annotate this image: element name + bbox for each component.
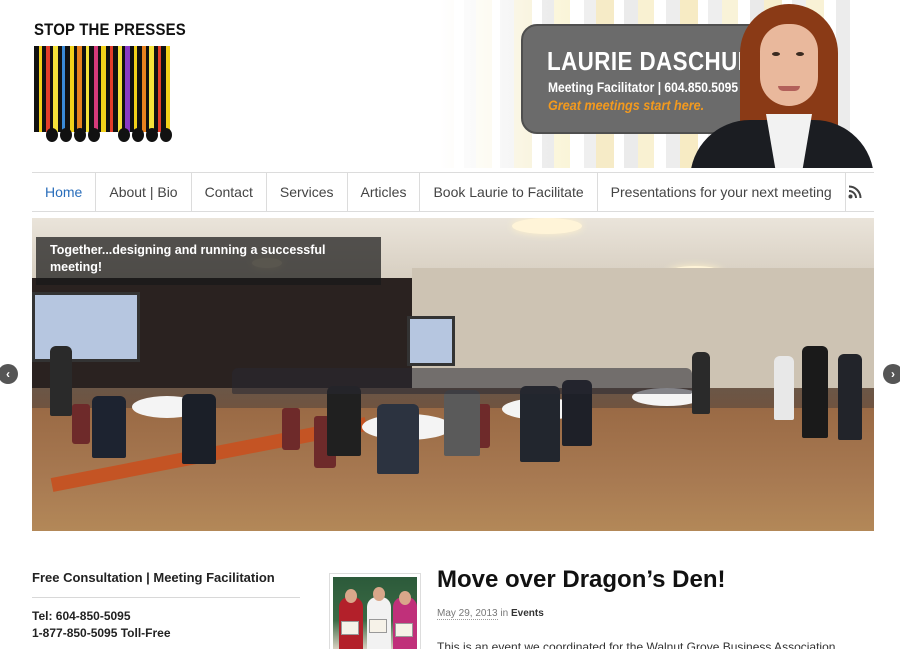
main-nav: Home About | Bio Contact Services Articl… (32, 172, 874, 212)
post-meta: May 29, 2013 in Events (437, 608, 544, 620)
post-title[interactable]: Move over Dragon’s Den! (437, 566, 726, 594)
logo-faces (40, 126, 180, 146)
tagline: Great meetings start here. (548, 97, 705, 113)
logo-text: STOP THE PRESSES (34, 20, 186, 39)
sidebar-phone: Tel: 604-850-5095 (32, 609, 131, 623)
portrait-photo (690, 2, 874, 168)
chevron-left-icon[interactable]: ‹ (0, 364, 18, 384)
sidebar-title: Free Consultation | Meeting Facilitation (32, 570, 300, 598)
rss-icon[interactable] (848, 185, 862, 199)
site-logo[interactable]: STOP THE PRESSES (32, 18, 186, 150)
post-category[interactable]: Events (511, 608, 544, 619)
nav-item-articles[interactable]: Articles (348, 173, 421, 211)
post-thumbnail[interactable] (329, 573, 421, 649)
nav-item-home[interactable]: Home (32, 173, 97, 211)
nav-item-about[interactable]: About | Bio (96, 173, 192, 211)
sidebar-tollfree: 1-877-850-5095 Toll-Free (32, 626, 171, 640)
sidebar-widget: Free Consultation | Meeting Facilitation… (32, 570, 300, 642)
post-date[interactable]: May 29, 2013 (437, 608, 498, 620)
slider-caption: Together...designing and running a succe… (36, 237, 381, 285)
nav-item-services[interactable]: Services (267, 173, 348, 211)
barcode-graphic (34, 46, 176, 132)
nav-item-contact[interactable]: Contact (192, 173, 267, 211)
chevron-right-icon[interactable]: › (883, 364, 900, 384)
post-excerpt: This is an event we coordinated for the … (437, 640, 836, 649)
nav-item-book[interactable]: Book Laurie to Facilitate (420, 173, 598, 211)
site-header: STOP THE PRESSES LAURIE DASCHUK Meeting … (0, 0, 900, 170)
nav-item-presentations[interactable]: Presentations for your next meeting (598, 173, 846, 211)
post-meta-in: in (500, 608, 509, 619)
